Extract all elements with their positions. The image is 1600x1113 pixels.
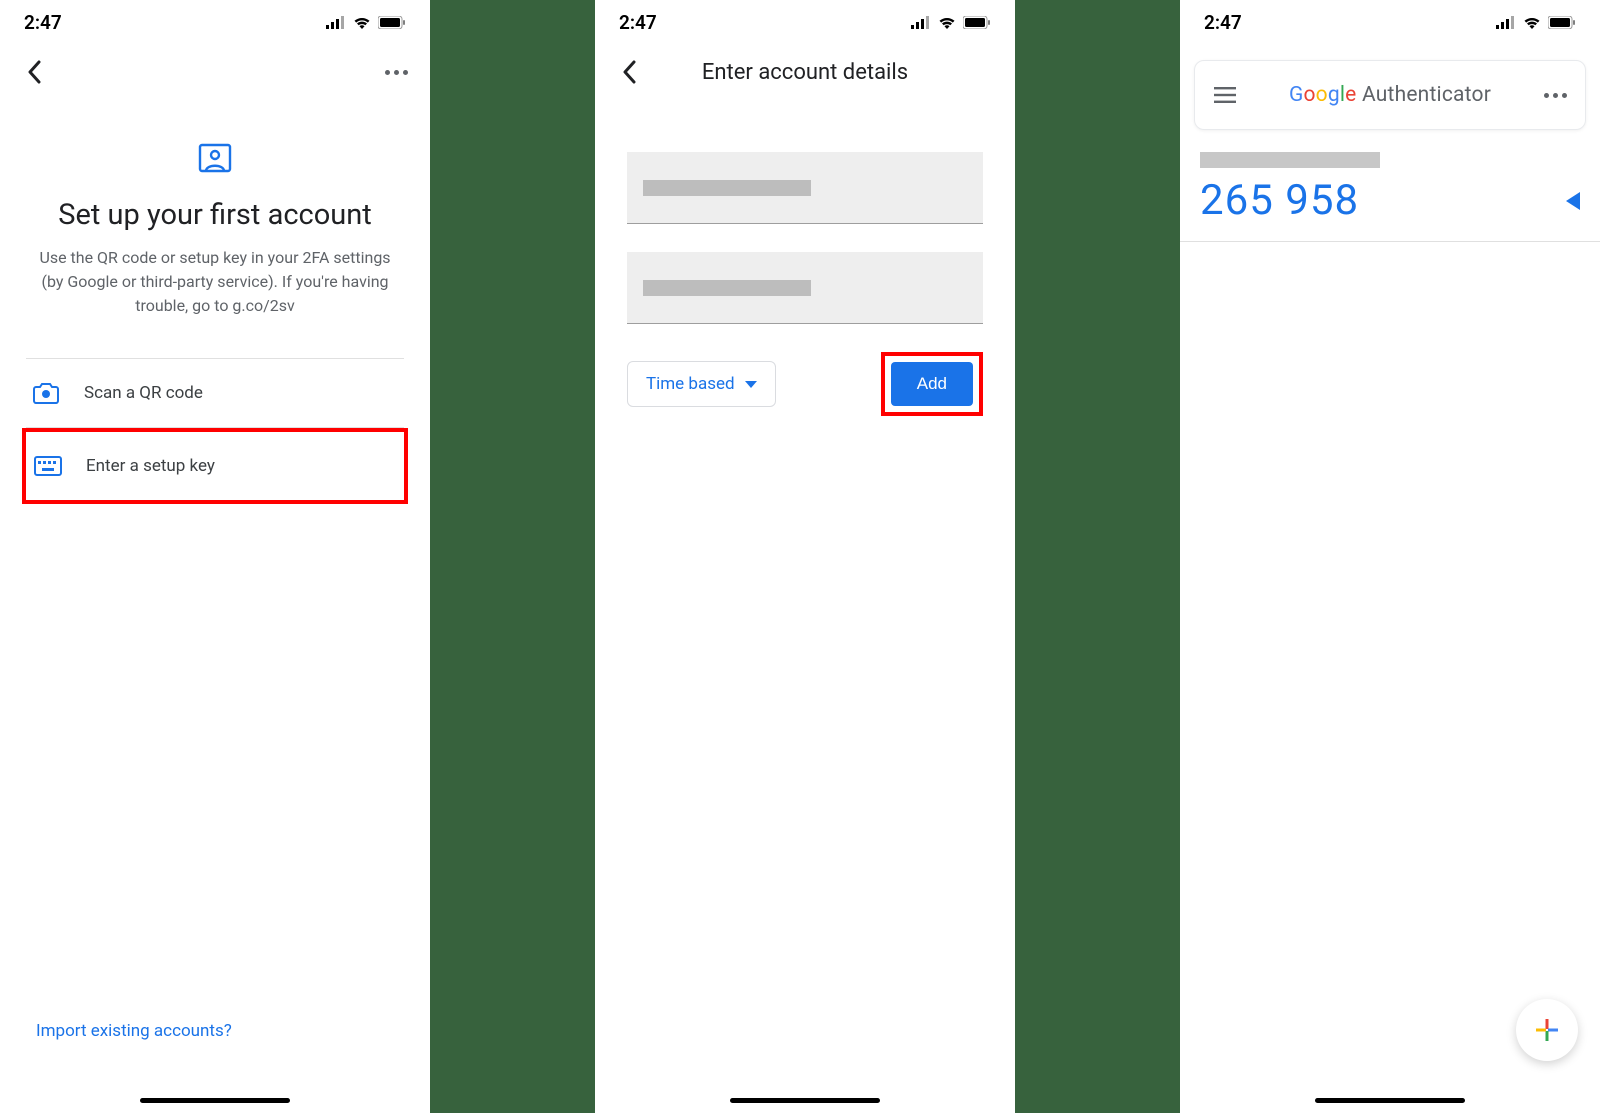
code-row: 265 958 [1200, 176, 1580, 225]
account-key-input[interactable] [627, 252, 983, 324]
home-indicator [1315, 1098, 1465, 1103]
status-indicators [326, 16, 406, 29]
account-name-input[interactable] [627, 152, 983, 224]
highlight-add: Add [881, 352, 983, 416]
setup-title: Set up your first account [20, 198, 410, 232]
battery-icon [378, 16, 406, 29]
screen-authenticator: 2:47 Google Authenticator 265 958 [1180, 0, 1600, 1113]
import-accounts-link[interactable]: Import existing accounts? [36, 1021, 232, 1041]
chevron-left-icon [27, 60, 41, 84]
setup-subtitle: Use the QR code or setup key in your 2FA… [20, 246, 410, 318]
menu-button[interactable] [1205, 87, 1245, 103]
chevron-down-icon [745, 381, 757, 388]
timer-icon [1566, 192, 1580, 210]
home-indicator [730, 1098, 880, 1103]
status-bar: 2:47 [0, 0, 430, 44]
status-indicators [1496, 16, 1576, 29]
otp-code: 265 958 [1200, 176, 1359, 225]
highlight-enter-key: Enter a setup key [22, 428, 408, 504]
app-title: Google Authenticator [1245, 83, 1535, 107]
wifi-icon [1523, 16, 1541, 29]
back-button[interactable] [609, 52, 649, 92]
cellular-icon [911, 16, 931, 29]
app-name-plain: Authenticator [1362, 83, 1491, 107]
account-form: Time based Add [595, 100, 1015, 416]
status-time: 2:47 [24, 11, 62, 34]
nav-bar: Enter account details [595, 44, 1015, 100]
cellular-icon [1496, 16, 1516, 29]
cellular-icon [326, 16, 346, 29]
more-button[interactable] [376, 52, 416, 92]
setup-options: Scan a QR code [26, 358, 404, 428]
add-button[interactable]: Add [891, 362, 973, 406]
type-dropdown-label: Time based [646, 374, 735, 394]
status-bar: 2:47 [1180, 0, 1600, 44]
more-button[interactable] [1535, 75, 1575, 115]
hamburger-icon [1214, 87, 1236, 103]
redacted-account-name [1200, 152, 1380, 168]
wifi-icon [938, 16, 956, 29]
more-horizontal-icon [383, 70, 410, 75]
redacted-text [643, 280, 811, 296]
screen-setup: 2:47 Set up your first account Use the Q… [0, 0, 430, 1113]
status-time: 2:47 [1204, 11, 1242, 34]
scan-qr-label: Scan a QR code [84, 383, 203, 403]
redacted-text [643, 180, 811, 196]
home-indicator [140, 1098, 290, 1103]
nav-title: Enter account details [702, 60, 908, 85]
keyboard-icon [34, 452, 62, 480]
add-account-fab[interactable] [1516, 999, 1578, 1061]
chevron-left-icon [622, 60, 636, 84]
form-actions: Time based Add [627, 352, 983, 416]
camera-icon [32, 379, 60, 407]
scan-qr-option[interactable]: Scan a QR code [26, 359, 404, 428]
status-time: 2:47 [619, 11, 657, 34]
account-badge-icon [196, 140, 234, 178]
battery-icon [1548, 16, 1576, 29]
app-header: Google Authenticator [1194, 60, 1586, 130]
battery-icon [963, 16, 991, 29]
status-indicators [911, 16, 991, 29]
back-button[interactable] [14, 52, 54, 92]
enter-key-label: Enter a setup key [86, 456, 215, 476]
type-dropdown[interactable]: Time based [627, 361, 776, 407]
code-item[interactable]: 265 958 [1180, 142, 1600, 242]
google-logo-text: Google [1289, 83, 1357, 107]
wifi-icon [353, 16, 371, 29]
more-horizontal-icon [1542, 93, 1569, 98]
nav-bar [0, 44, 430, 100]
status-bar: 2:47 [595, 0, 1015, 44]
plus-icon [1534, 1017, 1560, 1043]
setup-hero: Set up your first account Use the QR cod… [0, 100, 430, 338]
screen-enter-details: 2:47 Enter account details Time [595, 0, 1015, 1113]
enter-key-option[interactable]: Enter a setup key [26, 432, 404, 500]
